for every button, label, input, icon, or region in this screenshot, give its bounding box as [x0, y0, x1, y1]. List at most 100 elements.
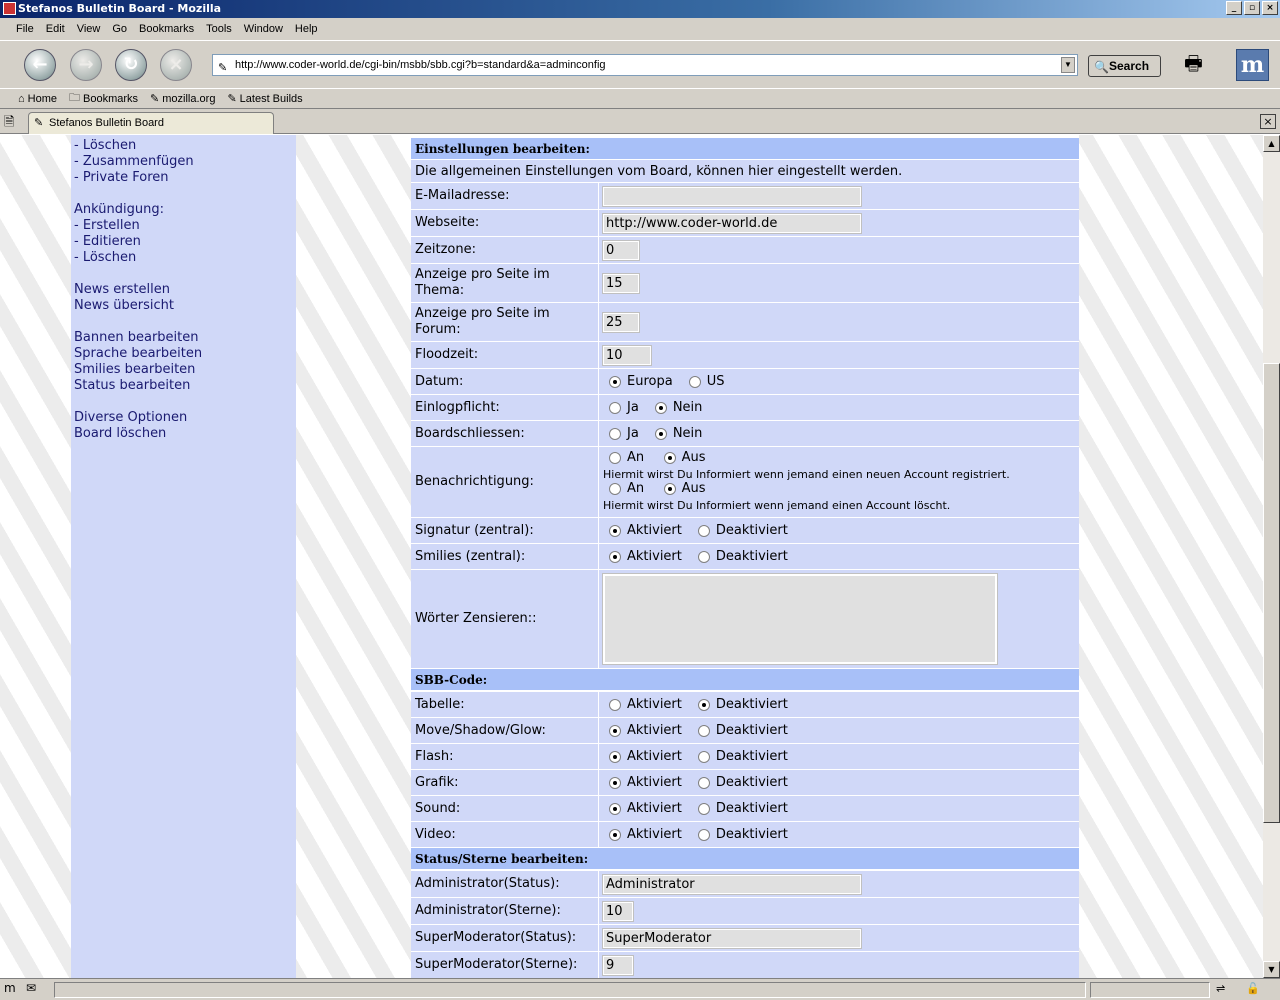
notify-delete-off-radio[interactable]	[663, 483, 676, 495]
mozilla-logo-icon[interactable]: m	[1236, 49, 1269, 81]
close-button[interactable]: ×	[1262, 1, 1278, 15]
login-label: Einlogpflicht:	[411, 395, 599, 420]
flood-field[interactable]: 10	[602, 344, 652, 366]
vertical-scrollbar[interactable]: ▲ ▼	[1263, 135, 1280, 978]
lock-icon: 🔓	[1246, 982, 1260, 995]
bookmark-home[interactable]: ⌂ Home	[18, 93, 57, 105]
row-per-topic: Anzeige pro Seite im Thema: 15	[411, 263, 1079, 302]
url-bar[interactable]: ✎ http://www.coder-world.de/cgi-bin/msbb…	[212, 54, 1078, 76]
back-button[interactable]: ←	[24, 49, 56, 81]
sidebar-item-delete[interactable]: - Löschen	[74, 138, 136, 154]
smod-stars-field[interactable]: 9	[602, 954, 634, 976]
board-close-label: Boardschliessen:	[411, 421, 599, 446]
close-tab-button[interactable]: ×	[1260, 114, 1276, 129]
bookmark-bookmarks[interactable]: 🗀 Bookmarks	[69, 89, 138, 108]
sidebar-item-misc[interactable]: Diverse Optionen	[74, 410, 187, 426]
sidebar-item-edit[interactable]: - Editieren	[74, 234, 141, 250]
flash-on-radio[interactable]	[609, 750, 621, 763]
menu-tools[interactable]: Tools	[206, 23, 232, 35]
scroll-down-icon[interactable]: ▼	[1263, 961, 1280, 978]
mozilla-status-icon[interactable]: m	[4, 981, 16, 995]
admin-status-field[interactable]: Administrator	[602, 873, 862, 895]
sidebar-item-news-overview[interactable]: News übersicht	[74, 298, 174, 314]
menu-view[interactable]: View	[77, 23, 101, 35]
new-tab-icon[interactable]: 🗎	[4, 113, 22, 131]
smilies-label: Smilies (zentral):	[411, 544, 599, 569]
tab-stefanos[interactable]: ✎ Stefanos Bulletin Board	[28, 112, 274, 134]
sidebar-item-language[interactable]: Sprache bearbeiten	[74, 346, 202, 362]
per-topic-field[interactable]: 15	[602, 272, 640, 294]
search-button[interactable]: 🔍 Search	[1088, 55, 1161, 77]
url-dropdown-icon[interactable]: ▼	[1061, 57, 1075, 73]
sidebar-item-private-forums[interactable]: - Private Foren	[74, 170, 169, 186]
admin-stars-field[interactable]: 10	[602, 900, 634, 922]
sidebar-item-delete-board[interactable]: Board löschen	[74, 426, 166, 442]
notify-label: Benachrichtigung:	[411, 447, 599, 517]
email-label: E-Mailadresse:	[411, 183, 599, 209]
scroll-thumb[interactable]	[1263, 363, 1280, 823]
timezone-field[interactable]: 0	[602, 239, 640, 261]
signature-on-radio[interactable]	[609, 524, 621, 537]
bookmark-latest-builds[interactable]: ✎ Latest Builds	[227, 92, 302, 106]
forward-button[interactable]: →	[70, 49, 102, 81]
date-us-radio[interactable]	[688, 375, 701, 388]
move-on-radio[interactable]	[609, 724, 621, 737]
section-header-sbb: SBB-Code:	[411, 669, 1079, 690]
email-field[interactable]	[602, 185, 862, 207]
reload-button[interactable]: ↻	[115, 49, 147, 81]
notify-delete-on-radio[interactable]	[609, 483, 621, 495]
menu-bookmarks[interactable]: Bookmarks	[139, 23, 194, 35]
website-field[interactable]: http://www.coder-world.de	[602, 212, 862, 234]
video-on-radio[interactable]	[609, 828, 621, 841]
sound-off-radio[interactable]	[697, 802, 710, 815]
print-icon[interactable]: 🖶	[1184, 49, 1214, 75]
per-forum-field[interactable]: 25	[602, 311, 640, 333]
menu-go[interactable]: Go	[112, 23, 127, 35]
image-off-radio[interactable]	[697, 776, 710, 789]
row-video: Video: Aktiviert Deaktiviert	[411, 821, 1079, 847]
sidebar-item-status[interactable]: Status bearbeiten	[74, 378, 190, 394]
login-yes-radio[interactable]	[609, 401, 621, 414]
sidebar-item-create[interactable]: - Erstellen	[74, 218, 140, 234]
menu-window[interactable]: Window	[244, 23, 283, 35]
component-bar-icon[interactable]: ✉	[26, 981, 36, 995]
smilies-off-radio[interactable]	[697, 550, 710, 563]
sidebar-item-merge[interactable]: - Zusammenfügen	[74, 154, 194, 170]
smod-status-field[interactable]: SuperModerator	[602, 927, 862, 949]
notify-register-on-radio[interactable]	[609, 452, 621, 464]
table-on-radio[interactable]	[609, 698, 621, 711]
stop-button[interactable]: ×	[160, 49, 192, 81]
admin-sidebar: - Löschen - Zusammenfügen - Private Fore…	[71, 135, 296, 978]
sidebar-item-ban[interactable]: Bannen bearbeiten	[74, 330, 199, 346]
censor-textarea[interactable]	[602, 573, 998, 665]
sidebar-item-smilies[interactable]: Smilies bearbeiten	[74, 362, 195, 378]
smilies-on-radio[interactable]	[609, 550, 621, 563]
censor-label: Wörter Zensieren::	[411, 570, 599, 668]
scroll-up-icon[interactable]: ▲	[1263, 135, 1280, 152]
menu-edit[interactable]: Edit	[46, 23, 65, 35]
video-off-radio[interactable]	[697, 828, 710, 841]
row-table: Tabelle: Aktiviert Deaktiviert	[411, 691, 1079, 717]
move-off-radio[interactable]	[697, 724, 710, 737]
close-yes-radio[interactable]	[609, 427, 621, 440]
bookmark-mozilla[interactable]: ✎ mozilla.org	[150, 92, 215, 106]
close-no-radio[interactable]	[654, 427, 667, 440]
minimize-button[interactable]: _	[1226, 1, 1242, 15]
row-flood: Floodzeit: 10	[411, 341, 1079, 368]
signature-off-radio[interactable]	[697, 524, 710, 537]
tab-bar: 🗎 ✎ Stefanos Bulletin Board ×	[0, 109, 1280, 134]
login-no-radio[interactable]	[654, 401, 667, 414]
notify-register-off-radio[interactable]	[663, 452, 676, 464]
sound-on-radio[interactable]	[609, 802, 621, 815]
image-on-radio[interactable]	[609, 776, 621, 789]
sidebar-item-delete-announcement[interactable]: - Löschen	[74, 250, 136, 266]
page-icon: ✎	[218, 62, 228, 74]
date-europa-radio[interactable]	[609, 375, 621, 388]
flash-off-radio[interactable]	[697, 750, 710, 763]
menu-help[interactable]: Help	[295, 23, 318, 35]
menu-file[interactable]: File	[16, 23, 34, 35]
maximize-button[interactable]: ▫	[1244, 1, 1260, 15]
sidebar-item-news-create[interactable]: News erstellen	[74, 282, 170, 298]
table-off-radio[interactable]	[697, 698, 710, 711]
link-icon: ✎	[150, 93, 160, 105]
